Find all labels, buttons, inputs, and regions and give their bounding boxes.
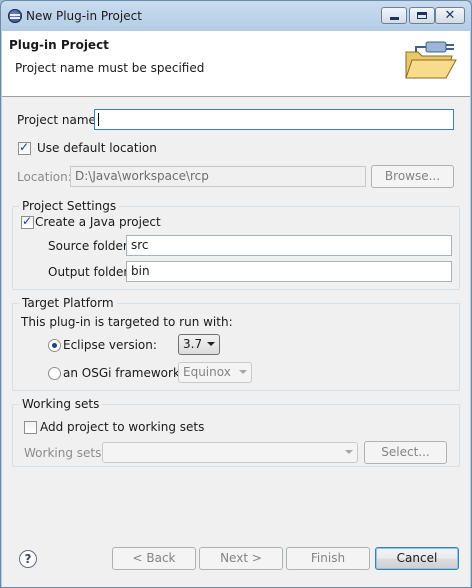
project-settings-title: Project Settings [19, 199, 120, 213]
working-sets-select[interactable] [102, 442, 358, 463]
eclipse-version-label[interactable]: Eclipse version: [63, 338, 157, 352]
select-working-sets-button[interactable]: Select... [364, 441, 447, 464]
location-label: Location: [17, 170, 72, 184]
text-caret [98, 113, 99, 126]
eclipse-version-select[interactable]: 3.7 [178, 334, 220, 355]
wizard-footer: ? < Back Next > Finish Cancel [2, 529, 470, 587]
target-platform-title: Target Platform [19, 296, 117, 310]
cancel-button[interactable]: Cancel [375, 547, 459, 570]
source-folder-input[interactable]: src [126, 235, 452, 256]
page-title: Plug-in Project [9, 38, 109, 52]
browse-button[interactable]: Browse... [371, 165, 454, 188]
osgi-framework-select[interactable]: Equinox [178, 362, 252, 383]
create-java-project-checkbox[interactable] [21, 214, 34, 229]
dialog-client: Plug-in Project Project name must be spe… [2, 31, 470, 587]
close-icon: ✕ [444, 8, 456, 23]
add-working-sets-checkbox[interactable] [24, 421, 37, 434]
maximize-icon [417, 12, 427, 19]
add-working-sets-label[interactable]: Add project to working sets [40, 420, 204, 434]
help-icon[interactable]: ? [19, 550, 37, 568]
osgi-framework-radio[interactable] [48, 367, 61, 380]
close-button[interactable]: ✕ [435, 7, 465, 24]
eclipse-version-radio[interactable] [48, 339, 61, 352]
chevron-down-icon [345, 450, 353, 454]
chevron-down-icon [207, 342, 215, 346]
location-input[interactable]: D:\Java\workspace\rcp [70, 166, 366, 187]
title-bar[interactable]: New Plug-in Project ✕ [1, 1, 471, 31]
dialog-window: New Plug-in Project ✕ Plug-in Project Pr… [0, 0, 472, 588]
minimize-button[interactable] [381, 7, 407, 24]
project-name-input[interactable] [94, 109, 454, 130]
minimize-icon [390, 17, 399, 20]
wizard-body: Project name: Use default location Locat… [2, 97, 470, 529]
output-folder-label: Output folder: [48, 265, 133, 279]
osgi-framework-label[interactable]: an OSGi framework: [63, 366, 184, 380]
chevron-down-icon [239, 370, 247, 374]
working-sets-title: Working sets [19, 397, 103, 411]
create-java-project-label[interactable]: Create a Java project [35, 215, 161, 229]
source-folder-label: Source folder: [48, 239, 132, 253]
back-button[interactable]: < Back [112, 547, 196, 570]
use-default-location-checkbox[interactable] [18, 140, 31, 155]
working-sets-label: Working sets: [24, 446, 106, 460]
osgi-framework-value: Equinox [183, 365, 231, 379]
eclipse-version-value: 3.7 [183, 337, 203, 351]
maximize-button[interactable] [409, 7, 435, 24]
page-message: Project name must be specified [15, 61, 205, 75]
next-button[interactable]: Next > [199, 547, 283, 570]
target-platform-intro: This plug-in is targeted to run with: [21, 315, 233, 329]
wizard-header: Plug-in Project Project name must be spe… [2, 31, 470, 97]
output-folder-input[interactable]: bin [126, 261, 452, 282]
project-name-label: Project name: [17, 113, 100, 127]
finish-button[interactable]: Finish [286, 547, 370, 570]
use-default-location-label[interactable]: Use default location [37, 141, 157, 155]
plugin-folder-icon [405, 41, 457, 79]
eclipse-icon [8, 9, 22, 23]
window-title: New Plug-in Project [26, 9, 142, 23]
